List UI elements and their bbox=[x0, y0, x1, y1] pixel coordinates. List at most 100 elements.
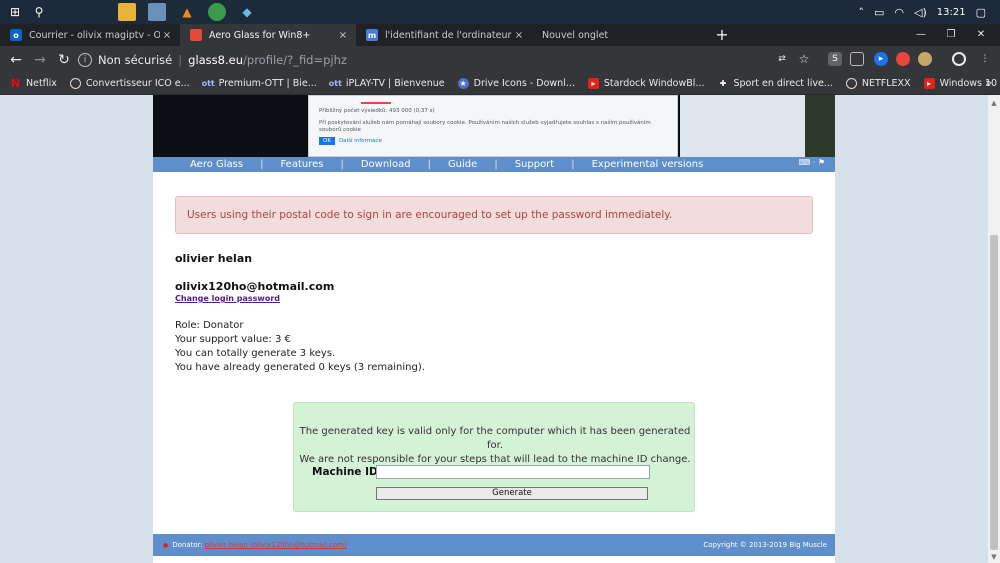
password-alert: Users using their postal code to sign in… bbox=[175, 196, 813, 234]
extension-s-icon[interactable]: S bbox=[828, 52, 842, 66]
vlc-icon[interactable]: ▲ bbox=[178, 3, 196, 21]
desktop-app-icon[interactable] bbox=[148, 3, 166, 21]
key-generation-panel: The generated key is valid only for the … bbox=[293, 402, 695, 512]
donator-link[interactable]: olivier helan (olivix120ho@hotmail.com) bbox=[205, 541, 347, 549]
key-notice-line: The generated key is valid only for the … bbox=[299, 426, 691, 451]
forward-button[interactable]: → bbox=[30, 50, 50, 70]
tab-outlook[interactable]: o Courrier - olivix magiptv - Outloo × bbox=[0, 24, 180, 46]
page-content: Přibližný počet výsledků: 493 000 (0,37 … bbox=[153, 95, 835, 563]
tab-new[interactable]: Nouvel onglet bbox=[532, 24, 708, 46]
url-path: /profile/?_fid=pjhz bbox=[243, 52, 347, 67]
generate-button[interactable]: Generate bbox=[376, 487, 648, 500]
banner-text: Přibližný počet výsledků: 493 000 (0,37 … bbox=[319, 108, 435, 114]
machine-id-input[interactable] bbox=[376, 465, 650, 479]
reload-button[interactable]: ↻ bbox=[54, 50, 74, 70]
volume-icon[interactable]: ◁) bbox=[914, 6, 927, 19]
profile-email: olivix120ho@hotmail.com bbox=[175, 280, 335, 293]
bookmark-item[interactable]: ★ Drive Icons - Downl... bbox=[457, 78, 575, 89]
extension-window-icon[interactable] bbox=[850, 52, 864, 66]
bookmark-item[interactable]: ott iPLAY-TV | Bienvenue bbox=[329, 78, 445, 89]
site-nav: Aero Glass | Features | Download | Guide… bbox=[153, 157, 835, 172]
page-scrollbar[interactable]: ▲ ▼ bbox=[988, 95, 1000, 563]
bookmark-item[interactable]: Convertisseur ICO e... bbox=[69, 78, 190, 89]
aero-glass-icon bbox=[190, 29, 202, 41]
tab-title: Nouvel onglet bbox=[542, 29, 609, 41]
restore-button[interactable]: ❐ bbox=[936, 24, 966, 46]
bullet-icon: ● bbox=[163, 541, 169, 549]
nav-divider: | bbox=[427, 159, 431, 170]
minimize-button[interactable]: — bbox=[906, 24, 936, 46]
nav-divider: | bbox=[571, 159, 575, 170]
nav-aero-glass[interactable]: Aero Glass bbox=[190, 159, 243, 170]
extension-red-icon[interactable] bbox=[896, 52, 910, 66]
windows-start-icon[interactable]: ⊞ bbox=[6, 3, 24, 21]
bookmarks-overflow-icon[interactable]: » bbox=[985, 76, 992, 89]
tab-title: Courrier - olivix magiptv - Outloo bbox=[29, 29, 160, 41]
tab-title: l'identifiant de l'ordinateur? - Aer bbox=[385, 29, 512, 41]
scroll-up-icon[interactable]: ▲ bbox=[988, 97, 1000, 109]
close-icon[interactable]: × bbox=[336, 30, 350, 41]
banner-accent bbox=[361, 102, 391, 104]
keyboard-icon[interactable]: ⌨ · ⚑ bbox=[799, 158, 825, 167]
scroll-down-icon[interactable]: ▼ bbox=[988, 551, 1000, 563]
bookmark-label: Netflix bbox=[26, 78, 57, 89]
bookmark-label: NETFLEXX bbox=[861, 78, 911, 89]
tab-aero-glass[interactable]: Aero Glass for Win8+ × bbox=[180, 24, 356, 46]
profile-avatar-icon[interactable] bbox=[952, 52, 966, 66]
search-icon[interactable]: ⚲ bbox=[30, 3, 48, 21]
notification-icon[interactable]: ▢ bbox=[976, 6, 986, 19]
nav-divider: | bbox=[260, 159, 264, 170]
bookmark-star-icon[interactable]: ☆ bbox=[797, 52, 811, 66]
address-bar[interactable]: i Non sécurisé | glass8.eu /profile/?_fi… bbox=[78, 49, 758, 70]
page-viewport: Přibližný počet výsledků: 493 000 (0,37 … bbox=[0, 95, 988, 563]
windows-taskbar: ⊞ ⚲ ▲ ◆ ˄ ▭ ◠ ◁) 13:21 ▢ bbox=[0, 0, 1000, 24]
nav-divider: | bbox=[494, 159, 498, 170]
key-notice: The generated key is valid only for the … bbox=[294, 425, 696, 467]
nav-download[interactable]: Download bbox=[361, 159, 411, 170]
bookmark-item[interactable]: ▸ Stardock WindowBl... bbox=[587, 78, 705, 89]
bookmark-item[interactable]: ✚ Sport en direct live... bbox=[717, 78, 833, 89]
nav-experimental-versions[interactable]: Experimental versions bbox=[592, 159, 704, 170]
wifi-icon[interactable]: ◠ bbox=[894, 6, 904, 19]
bookmark-item[interactable]: N Netflix bbox=[10, 77, 57, 90]
new-tab-button[interactable]: + bbox=[712, 25, 732, 45]
globe-icon bbox=[845, 78, 857, 89]
app-diamond-icon[interactable]: ◆ bbox=[238, 3, 256, 21]
close-icon[interactable]: × bbox=[160, 30, 174, 41]
nav-features[interactable]: Features bbox=[280, 159, 323, 170]
drive-icon: ★ bbox=[457, 78, 469, 89]
role-text: Role: Donator bbox=[175, 320, 244, 331]
donator-info: Role: Donator Your support value: 3 € Yo… bbox=[175, 319, 425, 375]
extension-cookie-icon[interactable] bbox=[918, 52, 932, 66]
change-password-link[interactable]: Change login password bbox=[175, 294, 280, 303]
clock[interactable]: 13:21 bbox=[937, 7, 966, 18]
back-button[interactable]: ← bbox=[6, 50, 26, 70]
close-window-button[interactable]: ✕ bbox=[966, 24, 996, 46]
translate-icon[interactable]: ⇄ bbox=[775, 52, 789, 66]
keys-generated-text: You have already generated 0 keys (3 rem… bbox=[175, 362, 425, 373]
browser-toolbar: ← → ↻ i Non sécurisé | glass8.eu /profil… bbox=[0, 46, 1000, 73]
info-icon[interactable]: i bbox=[78, 52, 92, 67]
url-host: glass8.eu bbox=[188, 52, 244, 67]
battery-icon[interactable]: ▭ bbox=[874, 6, 884, 19]
menu-dots-icon[interactable]: ⋮ bbox=[978, 52, 992, 66]
file-explorer-icon[interactable] bbox=[118, 3, 136, 21]
tab-identifiant[interactable]: m l'identifiant de l'ordinateur? - Aer × bbox=[356, 24, 532, 46]
bookmark-label: Drive Icons - Downl... bbox=[473, 78, 575, 89]
key-limit-text: You can totally generate 3 keys. bbox=[175, 348, 336, 359]
scroll-thumb[interactable] bbox=[990, 235, 998, 550]
chevron-up-icon[interactable]: ˄ bbox=[858, 6, 864, 19]
bookmark-item[interactable]: ott Premium-OTT | Bie... bbox=[202, 78, 317, 89]
youtube-icon: ▸ bbox=[587, 78, 599, 89]
bookmark-item[interactable]: NETFLEXX bbox=[845, 78, 911, 89]
nav-support[interactable]: Support bbox=[515, 159, 555, 170]
banner-text: Při poskytování služeb nám pomáhají soub… bbox=[319, 120, 651, 133]
support-value-text: Your support value: 3 € bbox=[175, 334, 291, 345]
chrome-icon[interactable] bbox=[208, 3, 226, 21]
close-icon[interactable]: × bbox=[512, 30, 526, 41]
bookmark-label: Stardock WindowBl... bbox=[603, 78, 705, 89]
divider: | bbox=[178, 52, 183, 67]
extension-play-icon[interactable]: ▸ bbox=[874, 52, 888, 66]
banner-ok: OK bbox=[319, 137, 335, 145]
nav-guide[interactable]: Guide bbox=[448, 159, 477, 170]
